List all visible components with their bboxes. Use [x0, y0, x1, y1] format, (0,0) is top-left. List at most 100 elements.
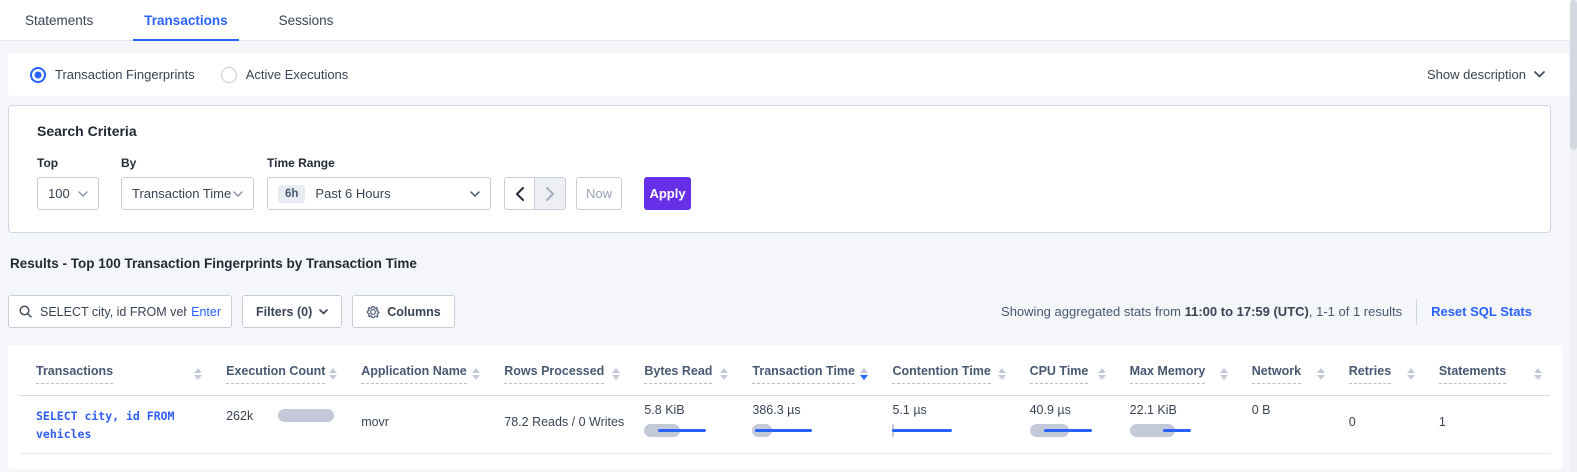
sort-icon[interactable] — [1220, 368, 1228, 380]
sort-icon[interactable] — [194, 368, 202, 380]
sort-icon[interactable] — [1407, 368, 1415, 380]
network-cell: 0 B — [1252, 396, 1325, 417]
results-controls-row: Enter Filters (0) Columns Showing aggreg… — [8, 295, 1532, 328]
page-tabbar: Statements Transactions Sessions — [0, 0, 1577, 41]
by-field: By Transaction Time — [121, 156, 254, 210]
sort-icon[interactable] — [1534, 368, 1542, 380]
sort-icon[interactable] — [329, 368, 337, 380]
divider — [1416, 299, 1417, 325]
col-header-network[interactable]: Network — [1252, 364, 1301, 384]
time-prev-button[interactable] — [504, 177, 535, 210]
by-select[interactable]: Transaction Time — [121, 177, 254, 210]
filters-button[interactable]: Filters (0) — [242, 295, 342, 328]
search-input[interactable] — [40, 305, 187, 319]
col-header-execution-count[interactable]: Execution Count — [226, 364, 325, 384]
reset-sql-stats-link[interactable]: Reset SQL Stats — [1431, 304, 1532, 319]
show-description-label: Show description — [1427, 67, 1526, 82]
chevron-down-icon — [78, 191, 88, 197]
execution-count-cell: 262k — [226, 396, 337, 423]
sort-icon[interactable] — [998, 368, 1006, 380]
show-description-toggle[interactable]: Show description — [1427, 67, 1545, 82]
by-select-value: Transaction Time — [132, 186, 231, 201]
statements-cell: 1 — [1439, 396, 1542, 429]
tab-statements[interactable]: Statements — [14, 0, 104, 40]
search-icon — [19, 305, 32, 318]
sort-icon[interactable] — [1098, 368, 1106, 380]
col-header-max-memory[interactable]: Max Memory — [1130, 364, 1206, 384]
radio-transaction-fingerprints[interactable]: Transaction Fingerprints — [30, 67, 195, 83]
top-label: Top — [37, 156, 121, 170]
col-header-transaction-time[interactable]: Transaction Time — [752, 364, 855, 384]
search-criteria-card: Search Criteria Top 100 By Transaction T… — [8, 105, 1551, 233]
search-criteria-title: Search Criteria — [37, 123, 1522, 139]
bytes-read-bar — [644, 424, 728, 437]
scrollbar-thumb[interactable] — [1570, 0, 1577, 150]
col-header-bytes-read[interactable]: Bytes Read — [644, 364, 712, 384]
tab-transactions[interactable]: Transactions — [133, 0, 238, 40]
view-toggle-bar: Transaction Fingerprints Active Executio… — [8, 53, 1569, 96]
sort-icon[interactable] — [720, 368, 728, 380]
rows-processed-cell: 78.2 Reads / 0 Writes — [504, 396, 620, 429]
radio-label: Transaction Fingerprints — [55, 67, 195, 82]
chevron-down-icon — [319, 309, 328, 315]
col-header-rows-processed[interactable]: Rows Processed — [504, 364, 604, 384]
gear-icon — [366, 305, 380, 319]
filters-label: Filters (0) — [256, 305, 312, 319]
sort-icon-active[interactable] — [860, 368, 868, 380]
col-header-application-name[interactable]: Application Name — [361, 364, 467, 384]
chevron-right-icon — [546, 187, 555, 201]
now-button[interactable]: Now — [576, 177, 622, 210]
sort-icon[interactable] — [1317, 368, 1325, 380]
time-range-field: Time Range 6h Past 6 Hours — [267, 156, 491, 210]
stats-time-range: 11:00 to 17:59 (UTC) — [1185, 304, 1309, 319]
top-select-value: 100 — [48, 186, 70, 201]
by-label: By — [121, 156, 254, 170]
aggregated-stats-text: Showing aggregated stats from 11:00 to 1… — [1001, 304, 1402, 319]
results-heading: Results - Top 100 Transaction Fingerprin… — [10, 256, 1577, 271]
columns-button[interactable]: Columns — [352, 295, 454, 328]
transaction-time-value: 386.3 µs — [752, 396, 868, 417]
col-header-retries[interactable]: Retries — [1349, 364, 1391, 384]
time-range-value: Past 6 Hours — [315, 186, 390, 201]
chevron-down-icon — [1534, 71, 1545, 78]
results-table-card: Transactions Execution Count Application… — [8, 345, 1562, 469]
radio-active-executions[interactable]: Active Executions — [221, 67, 349, 83]
table-row: SELECT city, id FROM vehicles 262k movr … — [20, 395, 1550, 453]
transactions-table: Transactions Execution Count Application… — [20, 345, 1550, 454]
col-header-cpu-time[interactable]: CPU Time — [1030, 364, 1089, 384]
sort-icon[interactable] — [472, 368, 480, 380]
tab-sessions[interactable]: Sessions — [268, 0, 345, 40]
fingerprint-search-box[interactable]: Enter — [8, 295, 232, 328]
cpu-time-value: 40.9 µs — [1030, 396, 1106, 417]
col-header-transactions[interactable]: Transactions — [36, 364, 113, 384]
chevron-down-icon — [470, 191, 480, 197]
transaction-fingerprint-link[interactable]: SELECT city, id FROM vehicles — [36, 396, 202, 444]
chevron-down-icon — [233, 191, 243, 197]
contention-time-bar — [892, 424, 1005, 437]
application-name-cell: movr — [361, 396, 480, 429]
stats-area: Showing aggregated stats from 11:00 to 1… — [1001, 299, 1532, 325]
enter-hint: Enter — [191, 305, 221, 319]
time-range-label: Time Range — [267, 156, 491, 170]
radio-label: Active Executions — [246, 67, 349, 82]
col-header-statements[interactable]: Statements — [1439, 364, 1506, 384]
columns-label: Columns — [387, 305, 440, 319]
transaction-time-bar — [752, 424, 868, 437]
contention-time-value: 5.1 µs — [892, 396, 1005, 417]
time-range-badge: 6h — [278, 185, 305, 203]
col-header-contention-time[interactable]: Contention Time — [892, 364, 990, 384]
top-field: Top 100 — [37, 156, 121, 210]
top-select[interactable]: 100 — [37, 177, 99, 210]
execution-count-bar — [278, 409, 334, 422]
time-next-button[interactable] — [535, 177, 566, 210]
chevron-left-icon — [515, 187, 524, 201]
cpu-time-bar — [1030, 424, 1106, 437]
apply-button[interactable]: Apply — [644, 177, 691, 210]
time-range-select[interactable]: 6h Past 6 Hours — [267, 177, 491, 210]
radio-unselected-icon — [221, 67, 237, 83]
sort-icon[interactable] — [612, 368, 620, 380]
max-memory-value: 22.1 KiB — [1130, 396, 1228, 417]
time-nav-group — [504, 177, 566, 210]
scrollbar-track[interactable] — [1570, 0, 1577, 472]
max-memory-bar — [1130, 424, 1228, 437]
